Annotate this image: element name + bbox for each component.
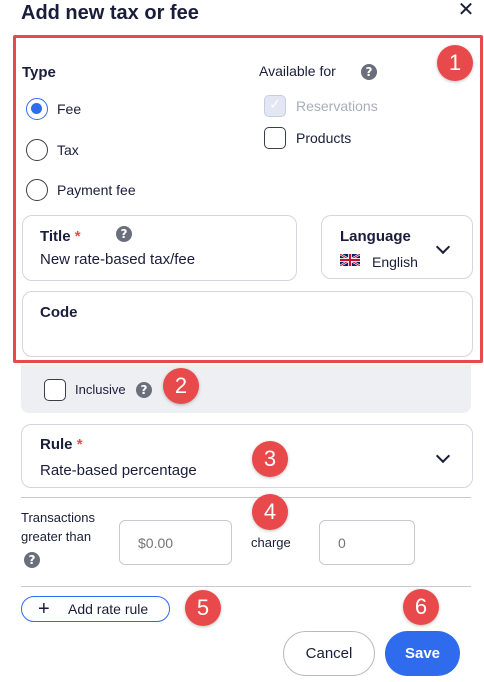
transactions-label-line1: Transactions [21,510,95,525]
inclusive-label: Inclusive [75,382,126,397]
payment-fee-radio[interactable] [26,179,48,201]
callout-badge-1: 1 [437,45,473,81]
callout-badge-5: 5 [185,590,221,626]
help-icon[interactable]: ? [24,552,40,568]
reservations-checkbox-label: Reservations [296,98,378,114]
uk-flag-icon [340,254,360,266]
plus-icon: + [38,598,50,620]
tax-radio-label: Tax [57,142,79,158]
divider [21,497,471,498]
title-field-label: Title * [40,228,81,245]
close-icon[interactable]: ✕ [456,0,476,22]
language-select-label: Language [340,228,411,245]
help-icon[interactable]: ? [116,226,132,242]
charge-input[interactable] [319,520,415,565]
type-label: Type [22,64,56,81]
add-rate-rule-button[interactable]: + Add rate rule [21,596,170,622]
divider [21,586,471,587]
fee-radio[interactable] [26,98,48,120]
language-select-value: English [372,254,418,270]
required-mark: * [74,228,81,245]
save-button[interactable]: Save [385,631,460,676]
code-field[interactable] [22,291,473,357]
callout-badge-2: 2 [163,368,199,404]
title-field-value[interactable]: New rate-based tax/fee [40,251,195,268]
charge-label: charge [251,535,291,550]
products-checkbox-label: Products [296,130,352,146]
code-field-label: Code [40,304,78,321]
required-mark: * [76,436,83,453]
tax-radio[interactable] [26,139,48,161]
fee-radio-label: Fee [57,101,82,117]
reservations-checkbox: ✓ [264,95,286,117]
threshold-input[interactable] [119,520,232,565]
add-rate-rule-label: Add rate rule [68,601,149,617]
dialog-title: Add new tax or fee [21,2,199,24]
callout-badge-3: 3 [252,441,288,477]
title-field[interactable] [22,215,297,281]
help-icon[interactable]: ? [361,64,377,80]
rule-select-value: Rate-based percentage [40,462,197,479]
transactions-label-line2: greater than [21,529,92,544]
rule-select-label: Rule * [40,436,83,453]
inclusive-checkbox[interactable] [44,379,66,401]
callout-badge-4: 4 [252,494,288,530]
help-icon[interactable]: ? [136,382,152,398]
available-for-label: Available for [259,63,336,79]
payment-fee-radio-label: Payment fee [57,182,136,198]
cancel-button[interactable]: Cancel [283,631,375,676]
callout-badge-6: 6 [403,589,439,625]
products-checkbox[interactable] [264,127,286,149]
